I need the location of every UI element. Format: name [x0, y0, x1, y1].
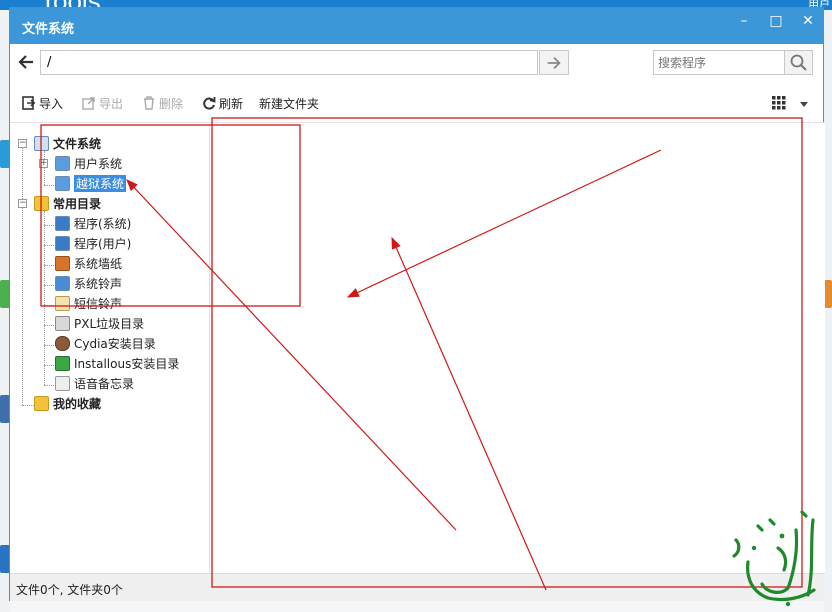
tree-guide-line: [44, 151, 45, 185]
tree-guide-line: [44, 305, 54, 306]
maximize-button[interactable]: □: [767, 12, 785, 30]
bell-icon: [55, 275, 70, 291]
delete-button[interactable]: 删除: [142, 94, 183, 112]
export-icon: [82, 97, 95, 110]
waveform-icon: [55, 375, 70, 391]
path-input[interactable]: [40, 50, 538, 75]
tree-node-wallpaper[interactable]: 系统墙纸: [55, 254, 122, 272]
new-folder-button[interactable]: 新建文件夹: [259, 94, 319, 112]
star-icon: [34, 395, 49, 411]
tree-guide-line: [22, 405, 34, 406]
wallpaper-icon: [55, 255, 70, 271]
trash-icon: [55, 315, 70, 331]
tree-node-label: Installous安装目录: [74, 356, 180, 371]
close-button[interactable]: ✕: [799, 12, 817, 30]
export-button[interactable]: 导出: [82, 94, 123, 112]
cydia-icon: [55, 335, 70, 351]
tree-node-label: 越狱系统: [74, 174, 127, 192]
tree-node-common-dirs[interactable]: 常用目录: [34, 194, 101, 212]
import-icon: [22, 96, 36, 110]
tree-node-label: 程序(用户): [74, 236, 132, 251]
expand-toggle[interactable]: +: [39, 159, 48, 168]
minimize-button[interactable]: –: [735, 12, 753, 30]
tree-node-label: 用户系统: [74, 156, 123, 171]
tree-node-label: 常用目录: [53, 196, 102, 211]
tree-guide-line: [44, 285, 54, 286]
trash-icon: [144, 96, 154, 110]
search-icon[interactable]: [784, 50, 813, 75]
tree-node-user-system[interactable]: 用户系统: [55, 154, 122, 172]
tree-node-cydia-dir[interactable]: Cydia安装目录: [55, 334, 156, 352]
collapse-toggle[interactable]: −: [18, 139, 27, 148]
toolbar: 导入 导出 删除 刷新 新建文件夹: [10, 88, 825, 116]
tree-node-installous-dir[interactable]: Installous安装目录: [55, 354, 179, 372]
import-label: 导入: [39, 96, 64, 111]
tree-node-sms-tone[interactable]: 短信铃声: [55, 294, 122, 312]
tree-node-label: 文件系统: [53, 136, 102, 151]
tree-guide-line: [44, 365, 54, 366]
search-input[interactable]: [653, 50, 785, 75]
lock-icon: [55, 155, 70, 171]
export-label: 导出: [99, 96, 124, 111]
tree-node-pxl-dir[interactable]: PXL垃圾目录: [55, 314, 144, 332]
tree-guide-line: [44, 265, 54, 266]
tree-guide-line: [44, 225, 54, 226]
tree-node-favorites[interactable]: 我的收藏: [34, 394, 101, 412]
tree-node-file-system[interactable]: 文件系统: [34, 134, 101, 152]
title-bar: 文件系统 – □ ✕: [10, 8, 823, 44]
delete-label: 删除: [159, 96, 184, 111]
refresh-button[interactable]: 刷新: [202, 94, 243, 112]
envelope-icon: [55, 295, 70, 311]
refresh-icon: [203, 97, 216, 110]
calligraphy-watermark-logo: [732, 510, 816, 607]
tree-node-label: 系统铃声: [74, 276, 123, 291]
phone-icon: [55, 175, 70, 191]
tree-guide-line: [44, 185, 54, 186]
tree-guide-line: [44, 325, 54, 326]
window-title: 文件系统: [22, 22, 75, 37]
tree-guide-line: [44, 385, 54, 386]
tree-node-voice-memo[interactable]: 语音备忘录: [55, 374, 134, 392]
tree-node-ringtone[interactable]: 系统铃声: [55, 274, 122, 292]
import-button[interactable]: 导入: [22, 94, 63, 112]
tree-node-label: 短信铃声: [74, 296, 123, 311]
tree-guide-line: [44, 245, 54, 246]
apps-icon: [55, 215, 70, 231]
chevron-down-icon[interactable]: [799, 98, 809, 112]
refresh-label: 刷新: [219, 96, 244, 111]
tree-node-label: 系统墙纸: [74, 256, 123, 271]
tree-node-label: 语音备忘录: [74, 376, 135, 391]
back-arrow-icon[interactable]: [16, 52, 36, 72]
go-arrow-icon[interactable]: [539, 50, 569, 75]
tree-guide-line: [44, 211, 45, 385]
address-bar: [10, 44, 825, 82]
status-text: 文件0个, 文件夹0个: [16, 583, 123, 597]
status-bar: 文件0个, 文件夹0个: [10, 573, 825, 601]
content-area: − 文件系统 + 用户系统 越狱系统 − 常用目录 程序(系统) 程序(用户) …: [10, 122, 825, 573]
tree-node-label: Cydia安装目录: [74, 336, 156, 351]
tree-node-label: PXL垃圾目录: [74, 316, 145, 331]
tree-node-jailbreak-system[interactable]: 越狱系统: [55, 174, 127, 192]
directory-tree: − 文件系统 + 用户系统 越狱系统 − 常用目录 程序(系统) 程序(用户) …: [10, 123, 210, 573]
tree-node-label: 程序(系统): [74, 216, 132, 231]
file-system-icon: [34, 135, 49, 151]
apps-icon: [55, 235, 70, 251]
tree-node-apps-user[interactable]: 程序(用户): [55, 234, 131, 252]
grid-view-icon[interactable]: [772, 96, 786, 113]
file-system-dialog: 文件系统 – □ ✕ 导入 导出 删除 刷新: [9, 7, 825, 601]
tree-guide-line: [22, 141, 23, 405]
new-folder-label: 新建文件夹: [259, 96, 320, 111]
tree-guide-line: [44, 345, 54, 346]
collapse-toggle[interactable]: −: [18, 199, 27, 208]
tree-node-apps-system[interactable]: 程序(系统): [55, 214, 131, 232]
folder-icon: [34, 195, 49, 211]
installous-icon: [55, 355, 70, 371]
tree-node-label: 我的收藏: [53, 396, 102, 411]
background-tile: [824, 280, 832, 308]
